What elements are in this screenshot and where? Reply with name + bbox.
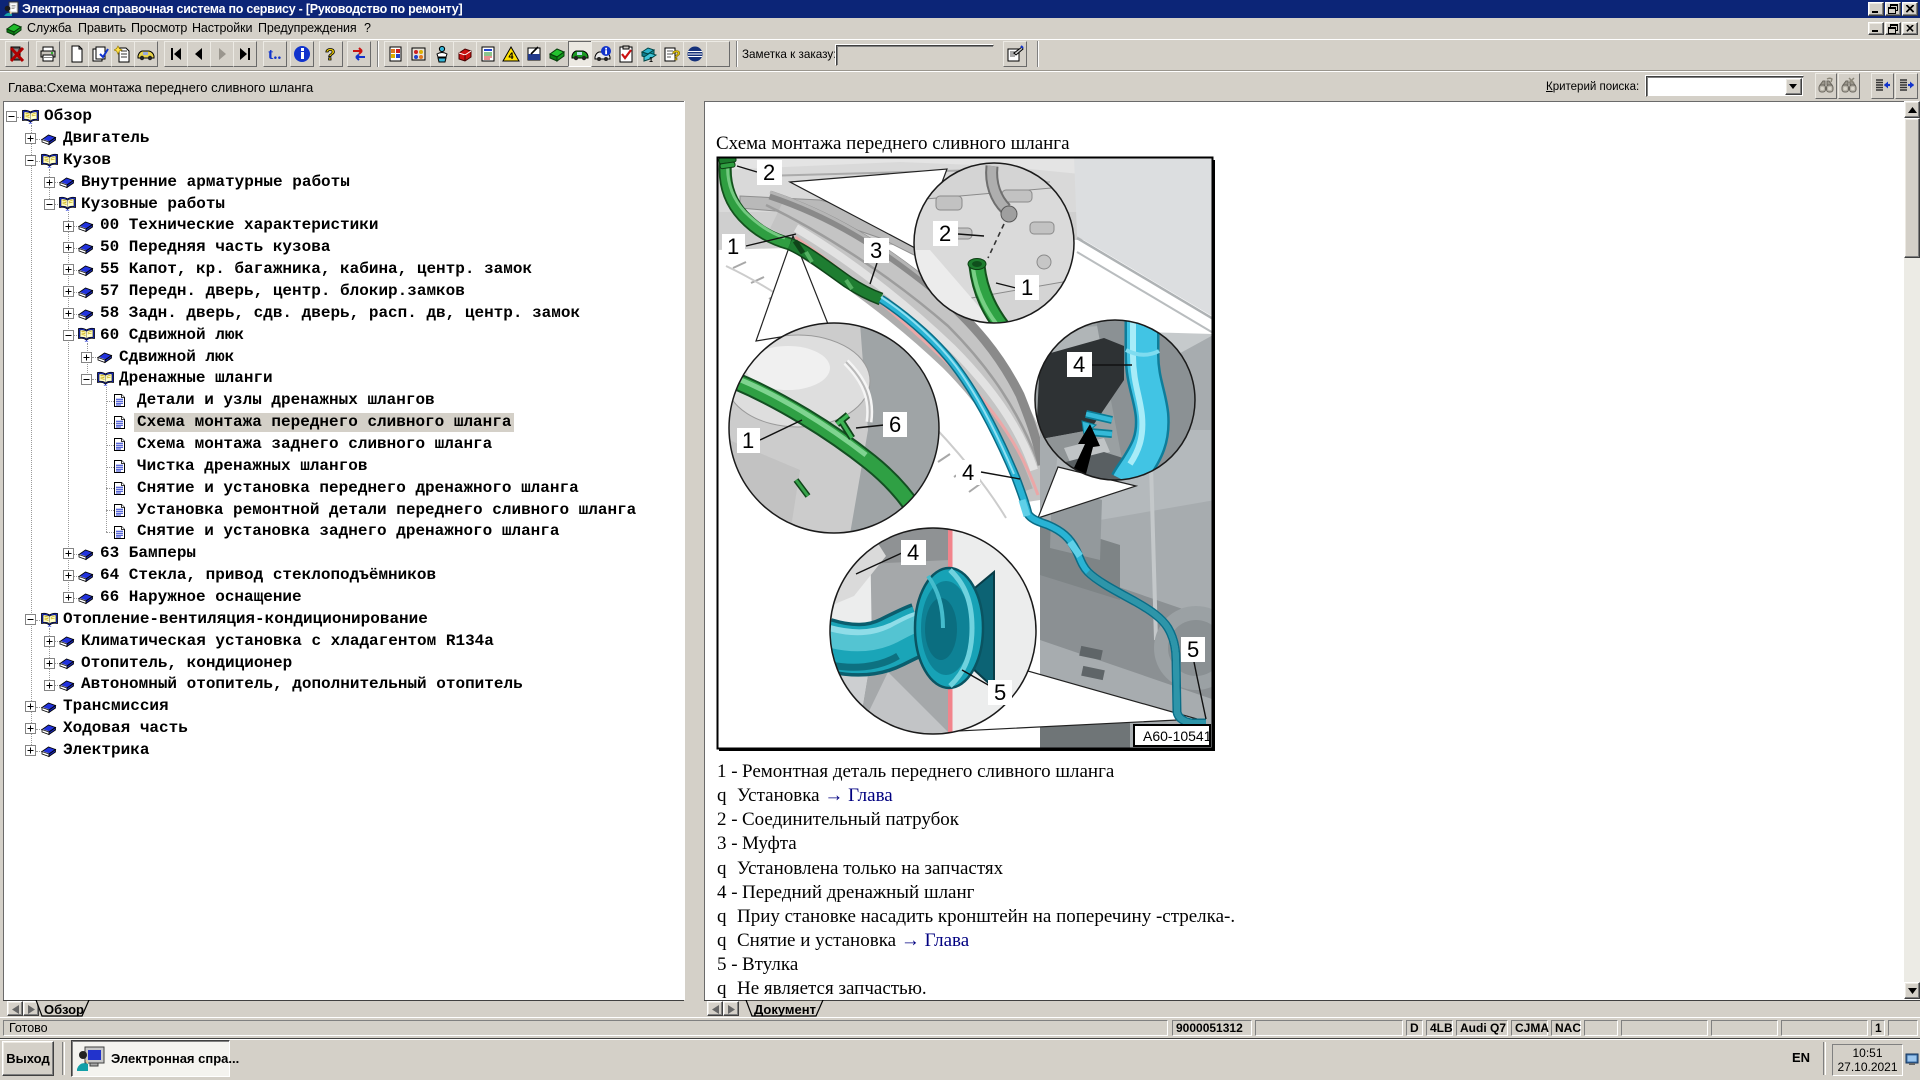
svg-text:3: 3: [870, 238, 882, 263]
svg-text:6: 6: [889, 412, 901, 437]
svg-text:4: 4: [962, 460, 974, 485]
svg-text:?: ?: [325, 45, 335, 63]
svg-text:4: 4: [907, 540, 919, 565]
svg-text:4: 4: [1073, 352, 1085, 377]
svg-text:1: 1: [742, 428, 754, 453]
svg-text:1: 1: [1021, 275, 1033, 300]
svg-text:5: 5: [1187, 637, 1199, 662]
svg-text:2: 2: [939, 221, 951, 246]
svg-text:2: 2: [763, 160, 775, 185]
svg-text:4: 4: [509, 51, 514, 61]
svg-text:1: 1: [727, 234, 739, 259]
svg-text:5: 5: [994, 680, 1006, 705]
svg-text:A60-10541: A60-10541: [1143, 728, 1212, 744]
svg-text:1: 1: [649, 57, 653, 63]
svg-text:t..: t..: [268, 46, 281, 63]
svg-text:?: ?: [672, 47, 681, 63]
